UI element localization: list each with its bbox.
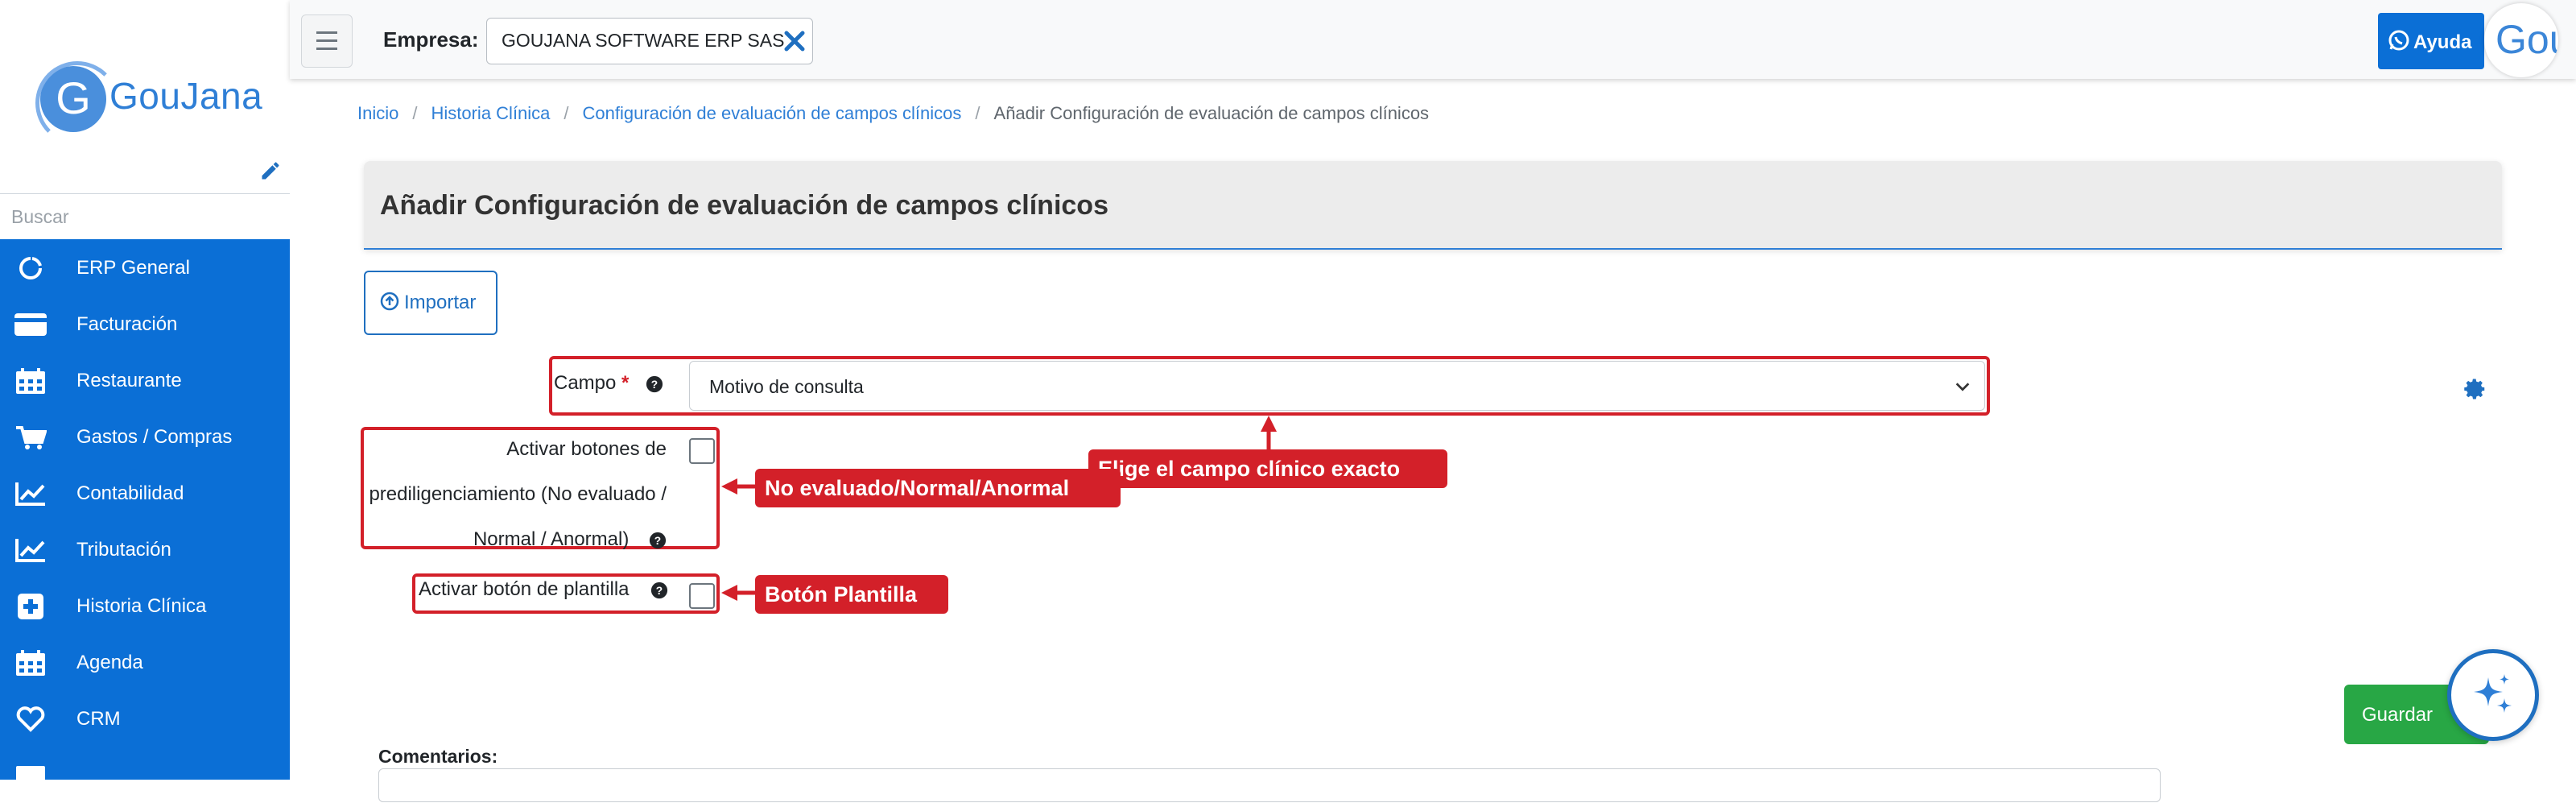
- sidebar-item-label: Historia Clínica: [76, 595, 207, 617]
- calendar-icon: [16, 368, 45, 394]
- arrow-prediligenciamiento: [721, 478, 755, 495]
- sidebar-item-more[interactable]: [0, 747, 290, 803]
- breadcrumb-link[interactable]: Configuración de evaluación de campos cl…: [583, 103, 962, 123]
- breadcrumb-link[interactable]: Historia Clínica: [431, 103, 550, 123]
- breadcrumb: Inicio / Historia Clínica / Configuración de…: [357, 103, 1429, 127]
- sidebar-item-label: Tributación: [76, 539, 171, 561]
- avatar-text: Gou: [2496, 17, 2558, 62]
- empresa-value: GOUJANA SOFTWARE ERP SAS: [502, 30, 785, 51]
- circle-notch-icon: [19, 257, 42, 279]
- question-circle-icon[interactable]: ?: [649, 532, 667, 549]
- arrow-plantilla: [721, 585, 755, 601]
- sidebar-item-label: Facturación: [76, 313, 178, 335]
- sidebar-item-agenda[interactable]: Agenda: [0, 634, 290, 690]
- sidebar-item-label: Agenda: [76, 652, 143, 673]
- chevron-down-icon: [1955, 383, 1970, 391]
- campo-select-value: Motivo de consulta: [709, 376, 864, 397]
- sidebar-item-facturacion[interactable]: Facturación: [0, 296, 290, 352]
- hamburger-icon: [316, 48, 337, 50]
- page-title: Añadir Configuración de evaluación de ca…: [380, 190, 1108, 221]
- campo-label: Campo * ?: [554, 372, 663, 395]
- table-icon: [16, 766, 45, 789]
- import-button[interactable]: Importar: [364, 271, 497, 335]
- sidebar-item-crm[interactable]: CRM: [0, 690, 290, 747]
- search-input[interactable]: [10, 201, 279, 233]
- sidebar-item-label: Contabilidad: [76, 482, 184, 504]
- cart-icon: [16, 426, 47, 449]
- sidebar-item-historia-clinica[interactable]: Historia Clínica: [0, 577, 290, 634]
- breadcrumb-separator: /: [564, 103, 569, 123]
- save-button-label: Guardar: [2362, 704, 2434, 726]
- help-button[interactable]: Ayuda: [2378, 13, 2484, 69]
- plantilla-label: Activar botón de plantilla ?: [419, 578, 668, 601]
- question-circle-icon[interactable]: ?: [646, 375, 663, 393]
- sidebar-search: [0, 193, 290, 240]
- pencil-icon[interactable]: [259, 159, 282, 182]
- sidebar-item-label: Gastos / Compras: [76, 426, 233, 448]
- comentarios-label: Comentarios:: [378, 746, 498, 767]
- question-circle-icon[interactable]: ?: [650, 582, 668, 599]
- sidebar-item-tributacion[interactable]: Tributación: [0, 521, 290, 577]
- empresa-select[interactable]: GOUJANA SOFTWARE ERP SAS: [486, 18, 813, 64]
- hamburger-icon: [316, 31, 337, 34]
- credit-card-icon: [14, 313, 47, 336]
- empresa-label: Empresa:: [383, 27, 479, 52]
- annotation-prediligenciamiento: No evaluado/Normal/Anormal: [755, 469, 1121, 507]
- hamburger-icon: [316, 39, 337, 42]
- chart-line-icon: [15, 482, 45, 506]
- sidebar-item-label: Restaurante: [76, 370, 182, 391]
- sidebar-item-gastos-compras[interactable]: Gastos / Compras: [0, 408, 290, 465]
- plus-square-icon: [18, 594, 43, 619]
- sidebar-menu: ERP General Facturación Restaurante Gast…: [0, 239, 290, 789]
- plantilla-label-text: Activar botón de plantilla: [419, 578, 630, 600]
- svg-text:?: ?: [654, 535, 661, 547]
- import-button-label: Importar: [404, 292, 477, 313]
- sidebar: G GouJana ERP General Facturación Restau…: [0, 0, 290, 789]
- chart-line-icon: [15, 539, 45, 562]
- prediligenciamiento-checkbox[interactable]: [689, 438, 715, 464]
- sidebar-item-label: CRM: [76, 708, 121, 730]
- top-bar: Empresa: GOUJANA SOFTWARE ERP SAS Ayuda …: [290, 0, 2576, 79]
- prediligenciamiento-label: Activar botones de prediligenciamiento (…: [364, 427, 667, 562]
- breadcrumb-separator: /: [412, 103, 418, 123]
- logo-area: G GouJana: [0, 0, 290, 193]
- sidebar-item-restaurante[interactable]: Restaurante: [0, 352, 290, 408]
- svg-text:?: ?: [656, 585, 663, 597]
- logo-mark: G: [35, 61, 119, 145]
- whatsapp-icon: [2388, 30, 2409, 51]
- gear-icon[interactable]: [2463, 377, 2487, 401]
- ai-assistant-button[interactable]: [2447, 649, 2539, 741]
- sidebar-item-erp-general[interactable]: ERP General: [0, 239, 290, 296]
- avatar[interactable]: Gou: [2484, 3, 2558, 77]
- upload-circle-icon: [380, 292, 399, 311]
- svg-text:?: ?: [651, 379, 658, 391]
- sidebar-item-label: ERP General: [76, 257, 190, 279]
- prediligenciamiento-label-text: Activar botones de prediligenciamiento (…: [369, 438, 667, 550]
- campo-select[interactable]: Motivo de consulta: [689, 361, 1985, 411]
- campo-label-text: Campo: [554, 372, 617, 394]
- breadcrumb-current: Añadir Configuración de evaluación de ca…: [993, 103, 1430, 123]
- plantilla-checkbox[interactable]: [689, 583, 715, 609]
- required-mark: *: [621, 372, 630, 394]
- sidebar-item-contabilidad[interactable]: Contabilidad: [0, 465, 290, 521]
- card-header: Añadir Configuración de evaluación de ca…: [364, 161, 2502, 250]
- help-button-label: Ayuda: [2413, 31, 2472, 53]
- brand-logo[interactable]: G GouJana: [35, 61, 262, 145]
- breadcrumb-link[interactable]: Inicio: [357, 103, 398, 123]
- calendar-icon: [16, 650, 45, 676]
- comentarios-textarea[interactable]: [378, 768, 2161, 802]
- logo-text: GouJana: [109, 75, 263, 117]
- menu-toggle-button[interactable]: [301, 14, 353, 68]
- clear-icon[interactable]: [782, 27, 807, 56]
- annotation-plantilla: Botón Plantilla: [755, 575, 948, 614]
- heart-icon: [16, 706, 45, 732]
- breadcrumb-separator: /: [975, 103, 980, 123]
- sparkles-icon: [2474, 674, 2512, 713]
- arrow-campo: [1261, 416, 1277, 449]
- annotation-campo: Elige el campo clínico exacto: [1088, 449, 1447, 488]
